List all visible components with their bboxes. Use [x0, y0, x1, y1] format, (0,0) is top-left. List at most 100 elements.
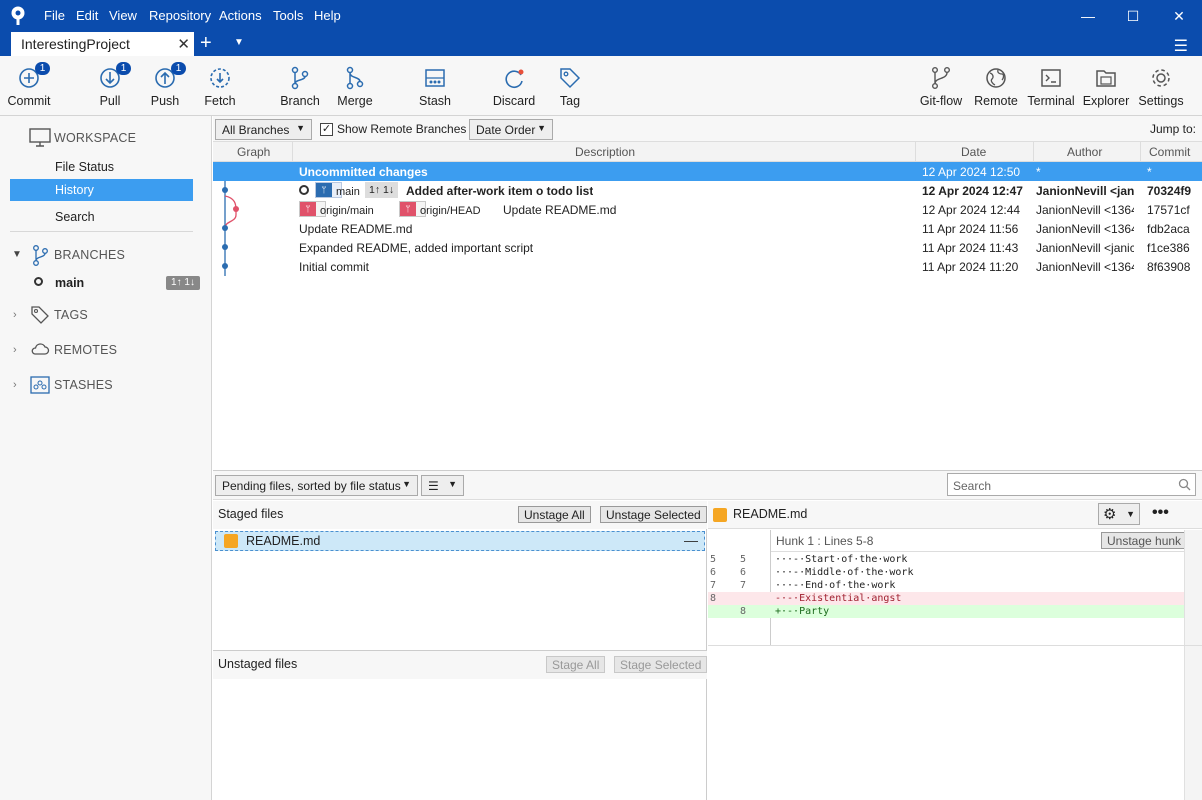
commit-date: 12 Apr 2024 12:50	[922, 165, 1021, 179]
tag-icon	[560, 68, 581, 89]
fetch-label: Fetch	[204, 94, 236, 108]
column-divider[interactable]	[292, 142, 293, 162]
commit-row-uncommitted[interactable]: Uncommitted changes 12 Apr 2024 12:50 * …	[213, 162, 1202, 181]
commit-description: Initial commit	[299, 260, 370, 274]
old-line-number: 8	[710, 593, 717, 604]
commit-description: Update README.md	[503, 203, 617, 217]
fetch-icon	[210, 68, 230, 88]
branch-main[interactable]: main	[55, 276, 84, 290]
search-input[interactable]: Search	[947, 473, 1196, 496]
col-commit[interactable]: Commit	[1149, 145, 1190, 159]
column-divider[interactable]	[915, 142, 916, 162]
date-order-dropdown[interactable]: Date Order ▼	[469, 119, 553, 140]
commit-button[interactable]: 1 Commit	[4, 56, 54, 116]
close-window-icon[interactable]: ✕	[1169, 6, 1189, 26]
unstage-all-button[interactable]: Unstage All	[518, 506, 591, 523]
menu-tools[interactable]: Tools	[273, 8, 303, 23]
remote-ref-badge[interactable]: ᛘ origin/HEAD	[399, 201, 481, 217]
branches-header[interactable]: BRANCHES	[54, 248, 125, 262]
pull-button[interactable]: 1 Pull	[85, 56, 135, 116]
discard-button[interactable]: Discard	[489, 56, 539, 116]
diff-options-dropdown[interactable]: ⚙ ▼	[1098, 503, 1140, 525]
merge-label: Merge	[337, 94, 373, 108]
commit-row[interactable]: Expanded README, added important script …	[213, 238, 1202, 257]
explorer-button[interactable]: Explorer	[1080, 56, 1132, 116]
push-button[interactable]: 1 Push	[140, 56, 190, 116]
merge-button[interactable]: Merge	[330, 56, 380, 116]
remote-button[interactable]: Remote	[971, 56, 1021, 116]
staged-file-readme[interactable]: README.md —	[215, 531, 705, 551]
history-column-header: Graph Description Date Author Commit	[213, 142, 1202, 162]
show-remote-checkbox[interactable]: ✓	[320, 123, 333, 136]
workspace-header[interactable]: WORKSPACE	[54, 131, 136, 145]
commit-row[interactable]: ᛘ origin/main ᛘ origin/HEAD Update README.…	[213, 200, 1202, 219]
current-branch-icon	[34, 277, 43, 286]
tab-interesting-project[interactable]: InterestingProject ✕	[11, 32, 194, 56]
stash-icon	[425, 69, 445, 87]
menu-actions[interactable]: Actions	[219, 8, 262, 23]
pull-label: Pull	[99, 94, 121, 108]
stashes-header[interactable]: STASHES	[54, 378, 113, 392]
pane-divider[interactable]	[213, 650, 707, 651]
branch-button[interactable]: Branch	[275, 56, 325, 116]
unstaged-files-header: Unstaged files Stage All Stage Selected	[213, 651, 708, 679]
col-description[interactable]: Description	[575, 145, 635, 159]
commit-row[interactable]: Update README.md 11 Apr 2024 11:56 Janio…	[213, 219, 1202, 238]
tags-header[interactable]: TAGS	[54, 308, 88, 322]
chevron-right-icon[interactable]: ›	[13, 344, 17, 356]
branch-ref-badge[interactable]: ᛘ main	[315, 182, 360, 198]
unstage-selected-button[interactable]: Unstage Selected	[600, 506, 707, 523]
col-graph[interactable]: Graph	[237, 145, 270, 159]
fetch-button[interactable]: Fetch	[195, 56, 245, 116]
unstage-hunk-button[interactable]: Unstage hunk	[1101, 532, 1188, 549]
chevron-right-icon[interactable]: ›	[13, 379, 17, 391]
maximize-icon[interactable]: ☐	[1123, 6, 1143, 26]
settings-button[interactable]: Settings	[1136, 56, 1186, 116]
col-date[interactable]: Date	[961, 145, 986, 159]
sidebar-item-file-status[interactable]: File Status	[10, 156, 193, 178]
menu-edit[interactable]: Edit	[76, 8, 98, 23]
close-tab-icon[interactable]: ✕	[177, 35, 190, 53]
sidebar-item-search[interactable]: Search	[10, 206, 193, 228]
stage-selected-button[interactable]: Stage Selected	[614, 656, 708, 673]
all-branches-dropdown[interactable]: All Branches ▼	[215, 119, 312, 140]
diff-line: 7 7 ···-·End·of·the·work	[708, 579, 1184, 592]
gitflow-button[interactable]: Git-flow	[914, 56, 968, 116]
tab-dropdown-icon[interactable]: ▼	[234, 37, 244, 48]
column-divider[interactable]	[1033, 142, 1034, 162]
remote-ref-badge[interactable]: ᛘ origin/main	[299, 201, 374, 217]
commit-row[interactable]: Initial commit 11 Apr 2024 11:20 JanionN…	[213, 257, 1202, 276]
menu-view[interactable]: View	[109, 8, 137, 23]
stage-all-button[interactable]: Stage All	[546, 656, 606, 673]
terminal-button[interactable]: Terminal	[1025, 56, 1077, 116]
unstage-file-icon[interactable]: —	[684, 532, 698, 548]
minimize-icon[interactable]: —	[1078, 6, 1098, 26]
menu-repository[interactable]: Repository	[149, 8, 211, 23]
stash-button[interactable]: Stash	[410, 56, 460, 116]
ref-name: origin/HEAD	[420, 205, 481, 217]
menu-file[interactable]: File	[44, 8, 65, 23]
more-options-icon[interactable]: •••	[1152, 504, 1169, 522]
remotes-header[interactable]: REMOTES	[54, 343, 117, 357]
menu-help[interactable]: Help	[314, 8, 341, 23]
chevron-down-icon[interactable]: ▼	[12, 249, 22, 260]
commit-badge: 1	[35, 62, 50, 75]
chevron-right-icon[interactable]: ›	[13, 309, 17, 321]
col-author[interactable]: Author	[1067, 145, 1102, 159]
new-tab-icon[interactable]: +	[200, 33, 212, 53]
commit-row[interactable]: ᛘ main 1↑ 1↓ Added after-work item o todo…	[213, 181, 1202, 200]
tag-button[interactable]: Tag	[545, 56, 595, 116]
commit-date: 12 Apr 2024 12:44	[922, 203, 1021, 217]
column-divider[interactable]	[1140, 142, 1141, 162]
sidebar-item-history[interactable]: History	[10, 179, 193, 201]
new-line-number: 6	[740, 567, 747, 578]
chevron-down-icon: ▼	[296, 123, 305, 133]
diff-line-text: +·-·Party	[775, 606, 830, 617]
pending-files-dropdown[interactable]: Pending files, sorted by file status ▼	[215, 475, 418, 496]
commit-date: 11 Apr 2024 11:43	[922, 241, 1019, 255]
view-mode-dropdown[interactable]: ☰ ▼	[421, 475, 464, 496]
show-remote-label[interactable]: Show Remote Branches	[337, 122, 466, 136]
hamburger-menu-icon[interactable]: ☰	[1174, 36, 1188, 56]
diff-scrollbar[interactable]	[1184, 530, 1202, 800]
branch-icon: ᛘ	[316, 183, 332, 197]
